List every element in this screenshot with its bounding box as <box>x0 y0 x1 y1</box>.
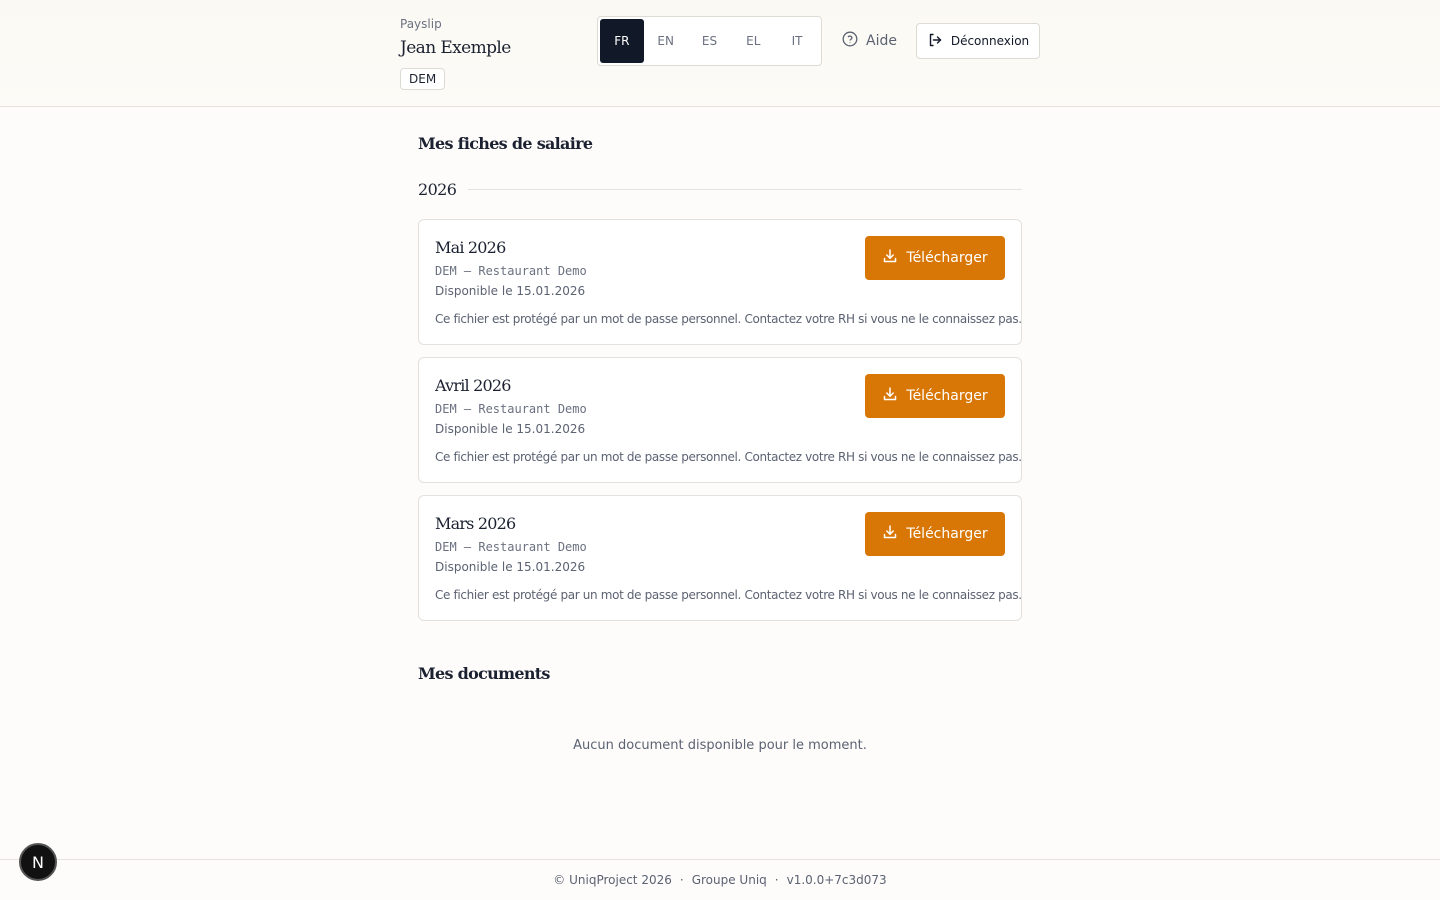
lang-en-button[interactable]: EN <box>644 19 688 63</box>
download-icon <box>882 386 898 406</box>
app-name: Payslip <box>400 17 442 31</box>
help-label: Aide <box>866 33 897 49</box>
help-circle-icon <box>842 31 858 51</box>
user-name: Jean Exemple <box>400 38 511 58</box>
logout-button[interactable]: Déconnexion <box>916 23 1040 59</box>
download-label: Télécharger <box>906 388 988 404</box>
logout-label: Déconnexion <box>950 34 1030 48</box>
year-divider: 2026 <box>418 178 1022 200</box>
payslip-meta: DEM — Restaurant Demo <box>435 264 587 278</box>
page-header: Payslip Jean Exemple DEM FR EN ES EL IT … <box>0 0 1440 107</box>
payslip-card: Mai 2026 DEM — Restaurant Demo Disponibl… <box>418 219 1022 345</box>
lang-es-button[interactable]: ES <box>688 19 732 63</box>
footer-separator: · <box>774 873 779 887</box>
payslip-meta: DEM — Restaurant Demo <box>435 402 587 416</box>
page-footer: © UniqProject 2026 · Groupe Uniq · v1.0.… <box>0 859 1440 900</box>
payslip-title: Mai 2026 <box>435 238 506 257</box>
download-button[interactable]: Télécharger <box>865 236 1005 280</box>
documents-section-title: Mes documents <box>418 664 550 683</box>
footer-separator: · <box>679 873 684 887</box>
download-icon <box>882 524 898 544</box>
download-button[interactable]: Télécharger <box>865 512 1005 556</box>
language-switcher: FR EN ES EL IT <box>597 16 822 66</box>
payslip-title: Avril 2026 <box>435 376 511 395</box>
help-link[interactable]: Aide <box>842 30 897 52</box>
payslip-note: Ce fichier est protégé par un mot de pas… <box>435 588 1022 602</box>
year-label: 2026 <box>418 179 457 199</box>
payslip-date: Disponible le 15.01.2026 <box>435 560 586 574</box>
lang-fr-button[interactable]: FR <box>600 19 644 63</box>
logout-icon <box>927 32 943 51</box>
payslip-date: Disponible le 15.01.2026 <box>435 284 586 298</box>
download-label: Télécharger <box>906 526 988 542</box>
footer-copyright: © UniqProject 2026 <box>553 873 672 887</box>
payslip-title: Mars 2026 <box>435 514 516 533</box>
payslip-note: Ce fichier est protégé par un mot de pas… <box>435 312 1022 326</box>
documents-empty-message: Aucun document disponible pour le moment… <box>573 738 867 753</box>
payslip-date: Disponible le 15.01.2026 <box>435 422 586 436</box>
brand: Payslip Jean Exemple DEM <box>400 16 511 90</box>
payslip-card: Mars 2026 DEM — Restaurant Demo Disponib… <box>418 495 1022 621</box>
download-button[interactable]: Télécharger <box>865 374 1005 418</box>
lang-el-button[interactable]: EL <box>731 19 775 63</box>
lang-it-button[interactable]: IT <box>775 19 819 63</box>
download-label: Télécharger <box>906 250 988 266</box>
footer-version: v1.0.0+7c3d073 <box>786 873 887 887</box>
company-badge: DEM <box>400 68 446 90</box>
payslip-meta: DEM — Restaurant Demo <box>435 540 587 554</box>
footer-company: Groupe Uniq <box>691 873 767 887</box>
dev-tools-badge[interactable]: N <box>19 843 57 881</box>
year-divider-line <box>468 188 1022 190</box>
payslip-card: Avril 2026 DEM — Restaurant Demo Disponi… <box>418 357 1022 483</box>
payslip-note: Ce fichier est protégé par un mot de pas… <box>435 450 1022 464</box>
download-icon <box>882 248 898 268</box>
payslips-section-title: Mes fiches de salaire <box>418 134 593 153</box>
